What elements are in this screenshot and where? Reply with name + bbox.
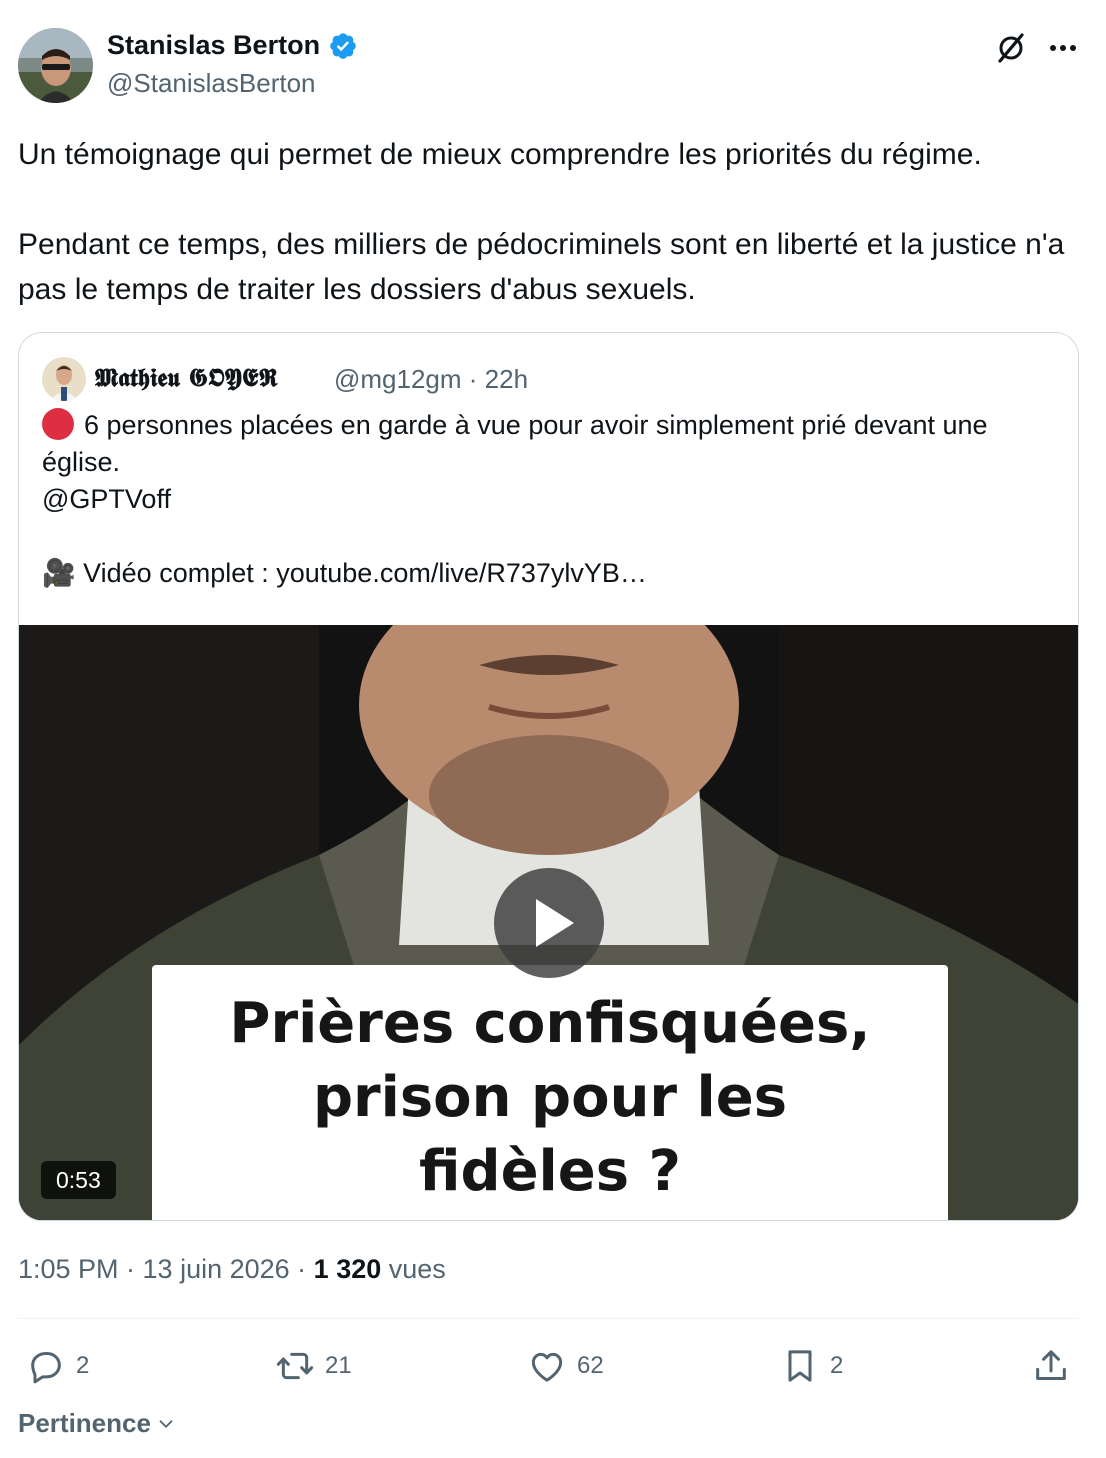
play-icon[interactable] xyxy=(494,868,604,978)
quote-author-name: 𝕸𝖆𝖙𝖍𝖎𝖊𝖚 𝕲𝕺𝖄𝕰𝕽 xyxy=(95,363,278,392)
quote-line-2: @GPTVoff xyxy=(42,484,171,514)
share-button[interactable] xyxy=(1031,1344,1071,1388)
author-name[interactable]: Stanislas Berton xyxy=(107,30,358,61)
quote-line-3: 🎥 Vidéo complet : youtube.com/live/R737y… xyxy=(42,558,647,588)
grok-icon[interactable] xyxy=(993,30,1029,66)
views-count: 1 320 xyxy=(313,1254,382,1284)
divider xyxy=(18,1318,1079,1319)
tweet-timestamp[interactable]: 1:05 PM · 13 juin 2026 · xyxy=(18,1254,314,1284)
like-icon xyxy=(531,1352,563,1382)
share-icon xyxy=(1036,1350,1066,1380)
chevron-down-icon xyxy=(159,1419,173,1428)
quote-author-avatar xyxy=(42,357,86,401)
sort-label: Pertinence xyxy=(18,1408,151,1438)
like-count: 62 xyxy=(577,1352,604,1379)
repost-button[interactable]: 21 xyxy=(275,1344,352,1388)
repost-count: 21 xyxy=(325,1352,352,1379)
repost-icon xyxy=(276,1352,314,1380)
sort-dropdown[interactable]: Pertinence xyxy=(18,1408,177,1439)
author-name-text[interactable]: Stanislas Berton xyxy=(107,30,320,61)
like-button[interactable]: 62 xyxy=(527,1344,604,1388)
reply-icon xyxy=(31,1352,61,1384)
tweet-text: Un témoignage qui permet de mieux compre… xyxy=(18,138,1065,306)
bookmark-count: 2 xyxy=(830,1352,844,1379)
tweet-meta: 1:05 PM · 13 juin 2026 · 1 320 vues xyxy=(18,1254,446,1285)
bookmark-button[interactable]: 2 xyxy=(780,1344,843,1388)
verified-icon xyxy=(330,32,356,59)
more-icon[interactable] xyxy=(1045,30,1081,66)
video-caption: Prières confisquées, prison pour les fid… xyxy=(229,991,871,1204)
author-handle[interactable]: @StanislasBerton xyxy=(107,68,316,99)
quoted-tweet[interactable]: 𝕸𝖆𝖙𝖍𝖎𝖊𝖚 𝕲𝕺𝖄𝕰𝕽 @mg12gm · 22h 6 personnes … xyxy=(18,332,1079,1221)
views-label: vues xyxy=(381,1254,446,1284)
quote-line-1: 6 personnes placées en garde à vue pour … xyxy=(42,410,988,477)
quote-author-handle-time: @mg12gm · 22h xyxy=(334,364,529,394)
red-circle-icon xyxy=(42,408,74,440)
reply-count: 2 xyxy=(76,1352,90,1379)
video-duration: 0:53 xyxy=(41,1161,116,1199)
author-avatar[interactable] xyxy=(18,28,93,103)
quote-text: 6 personnes placées en garde à vue pour … xyxy=(42,407,1062,592)
bookmark-icon xyxy=(788,1350,812,1382)
reply-button[interactable]: 2 xyxy=(26,1344,89,1388)
video-player[interactable]: Prières confisquées, prison pour les fid… xyxy=(19,625,1078,1220)
